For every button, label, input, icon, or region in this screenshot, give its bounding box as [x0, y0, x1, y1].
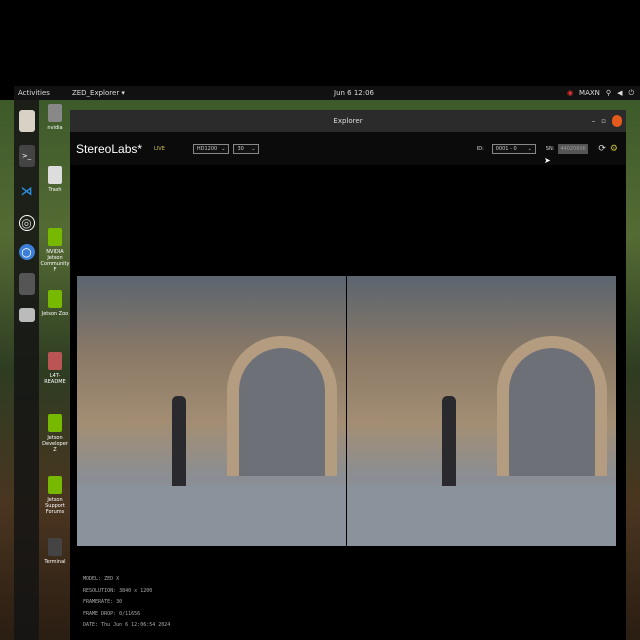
camera-id-value: 0001 - 0 — [495, 145, 517, 152]
desktop-icon-forums[interactable]: Jetson Support Forums — [40, 476, 70, 538]
refresh-icon[interactable]: ⟳ — [598, 144, 606, 154]
clock[interactable]: Jun 6 12:06 — [334, 89, 374, 97]
maximize-button[interactable]: ▫ — [601, 117, 606, 125]
chromium-icon[interactable]: ○ — [18, 244, 35, 260]
left-camera-view — [77, 276, 346, 546]
label: NVIDIA Jetson Community F — [40, 249, 70, 273]
info-framerate: FRAMERATE: 30 — [83, 599, 123, 605]
label: Jetson Developer Z — [42, 435, 68, 453]
chevron-down-icon: ⌄ — [527, 145, 532, 152]
live-indicator: LIVE — [154, 145, 165, 152]
explorer-window: Explorer – ▫ StereoLabs* LIVE HD1200 ⌄ 30… — [70, 110, 626, 640]
fps-value: 30 — [237, 145, 244, 152]
resolution-value: HD1200 — [196, 145, 218, 152]
chevron-down-icon: ⌄ — [221, 145, 226, 152]
settings-gear-icon[interactable]: ⚙ — [610, 144, 618, 154]
desktop-icon-trash[interactable]: Trash — [40, 166, 70, 228]
camera-id-select[interactable]: 0001 - 0 ⌄ — [491, 143, 536, 154]
volume-icon: ◀ — [617, 89, 623, 97]
minimize-button[interactable]: – — [592, 117, 596, 125]
label: Terminal — [44, 559, 66, 565]
desktop-icon-readme[interactable]: L4T-README — [40, 352, 70, 414]
camera-info: MODEL: ZED X RESOLUTION: 3840 x 1200 FRA… — [83, 574, 170, 632]
info-resolution: RESOLUTION: 3840 x 1200 — [83, 587, 153, 594]
desktop-icon-community[interactable]: NVIDIA Jetson Community F — [40, 228, 70, 290]
mouse-cursor-icon: ➤ — [544, 156, 551, 165]
blank-icon[interactable] — [18, 273, 35, 295]
label: Trash — [48, 187, 62, 193]
system-tray[interactable]: ◉ MAXN ⚲ ◀ ⏻ — [567, 89, 634, 98]
label: Jetson Zoo — [41, 311, 69, 317]
toolbar: StereoLabs* LIVE HD1200 ⌄ 30 ⌄ ID: 0001 - … — [70, 132, 626, 165]
app-menu[interactable]: ZED_Explorer ▾ — [72, 89, 125, 97]
desktop-icons: nvidia Trash NVIDIA Jetson Community F J… — [40, 104, 70, 600]
power-icon: ⏻ — [628, 88, 634, 97]
window-title: Explorer — [333, 117, 363, 125]
sn-label: SN: — [545, 145, 555, 152]
label: Jetson Support Forums — [45, 497, 65, 515]
close-button[interactable] — [612, 115, 622, 127]
fps-select[interactable]: 30 ⌄ — [233, 143, 260, 154]
logo: StereoLabs* — [76, 141, 143, 156]
desktop-icon-terminal[interactable]: Terminal — [40, 538, 70, 600]
network-icon: ⚲ — [605, 89, 612, 97]
id-label: ID: — [476, 145, 484, 152]
top-bar: Activities ZED_Explorer ▾ Jun 6 12:06 ◉ … — [14, 86, 640, 100]
desktop-icon-developer[interactable]: Jetson Developer Z — [40, 414, 70, 476]
nvidia-icon[interactable]: ◉ — [567, 89, 573, 97]
info-date: DATE: Thu Jun 6 12:06:54 2024 — [83, 622, 171, 628]
right-camera-view — [347, 276, 616, 546]
resolution-select[interactable]: HD1200 ⌄ — [192, 143, 230, 154]
vscode-icon[interactable]: ⋊ — [19, 180, 35, 202]
terminal-icon[interactable]: >_ — [18, 145, 35, 167]
info-model: MODEL: ZED X — [83, 576, 120, 582]
info-frame-drop: FRAME DROP: 0/11656 — [83, 610, 141, 617]
dock: >_ ⋊ ◎ ○ — [14, 100, 39, 640]
obs-icon[interactable]: ◎ — [18, 215, 35, 231]
activities-button[interactable]: Activities — [18, 89, 50, 97]
drive-icon[interactable] — [18, 308, 35, 322]
desktop-icon-home[interactable]: nvidia — [40, 104, 70, 166]
desktop-icon-zoo[interactable]: Jetson Zoo — [40, 290, 70, 352]
power-mode[interactable]: MAXN — [579, 89, 600, 97]
serial-number-field[interactable]: 44020806 — [558, 143, 589, 154]
files-icon[interactable] — [18, 110, 35, 132]
chevron-down-icon: ⌄ — [251, 145, 256, 152]
label: L4T-README — [44, 373, 66, 385]
video-area: MODEL: ZED X RESOLUTION: 3840 x 1200 FRA… — [77, 178, 618, 640]
title-bar[interactable]: Explorer – ▫ — [70, 110, 626, 132]
label: nvidia — [47, 125, 63, 131]
